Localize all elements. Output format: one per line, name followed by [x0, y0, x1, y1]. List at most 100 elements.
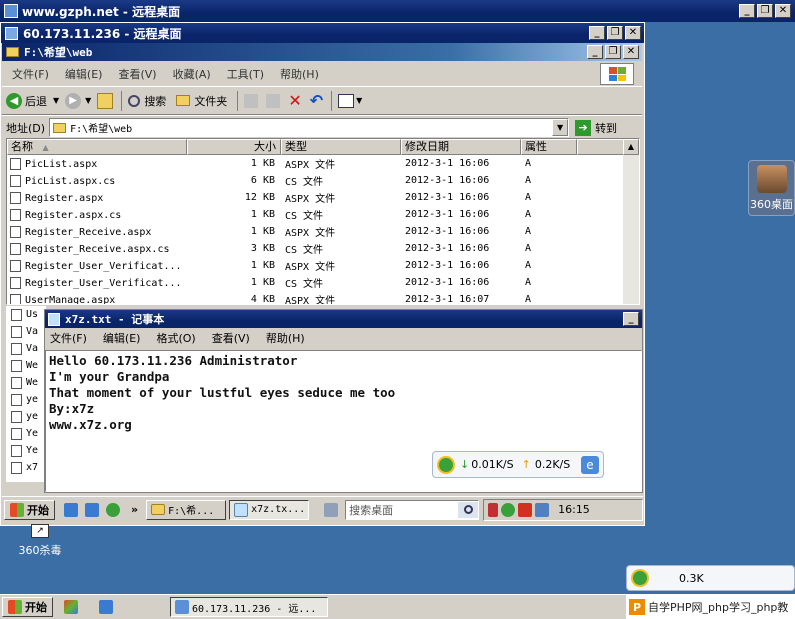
minimize-icon[interactable]: _ [587, 45, 603, 59]
file-row[interactable]: Register_User_Verificat... 1 KB ASPX 文件 201… [7, 257, 577, 274]
views-icon[interactable] [338, 93, 355, 108]
address-input[interactable]: F:\希望\web ▼ [49, 118, 570, 137]
360desk-icon [756, 165, 787, 193]
file-row[interactable]: Register.aspx 12 KB ASPX 文件 2012-3-1 16:06 A [7, 189, 577, 206]
up-folder-icon[interactable] [97, 92, 114, 109]
file-row[interactable]: ye [6, 391, 46, 408]
menu-edit[interactable]: 编辑(E) [65, 66, 103, 82]
file-row[interactable]: PicList.aspx 1 KB ASPX 文件 2012-3-1 16:06 A [7, 155, 577, 172]
restore-icon[interactable]: ❐ [757, 4, 773, 18]
ie-quicklaunch-icon[interactable] [64, 502, 78, 517]
minimize-icon[interactable]: _ [739, 4, 755, 18]
network-icon[interactable] [324, 502, 339, 517]
file-icon [11, 461, 22, 474]
file-row[interactable]: We [6, 374, 46, 391]
search-button[interactable]: 搜索 [128, 93, 166, 109]
file-row[interactable]: Register_User_Verificat... 1 KB CS 文件 2012-… [7, 274, 577, 291]
folder-icon [53, 122, 67, 133]
close-icon[interactable]: ✕ [775, 4, 791, 18]
remote-desktop [645, 22, 795, 594]
file-attr: A [525, 226, 532, 237]
explorer-titlebar[interactable]: F:\希望\web _ ❐ ✕ [2, 43, 642, 61]
outer-start-button[interactable]: 开始 [2, 597, 53, 617]
desktop-search-input[interactable]: 搜索桌面 [345, 499, 480, 520]
col-modified[interactable]: 修改日期 [401, 139, 521, 155]
volume-icon[interactable] [488, 502, 499, 517]
file-attr: A [525, 260, 532, 271]
menu-view[interactable]: 查看(V) [118, 66, 156, 82]
np-menu-view[interactable]: 查看(V) [212, 330, 250, 346]
file-row[interactable]: Register.aspx.cs 1 KB CS 文件 2012-3-1 16:06 A [7, 206, 577, 223]
outer-titlebar[interactable]: www.gzph.net - 远程桌面 _ ❐ ✕ [0, 0, 795, 22]
shield-icon[interactable] [518, 502, 533, 517]
task-rdp[interactable]: 60.173.11.236 - 远... [170, 597, 328, 617]
address-bar: 地址(D) F:\希望\web ▼ ➔ 转到 [2, 115, 642, 139]
file-row[interactable]: We [6, 357, 46, 374]
notepad-titlebar[interactable]: x7z.txt - 记事本 _ [45, 310, 642, 328]
file-attr: A [525, 192, 532, 203]
restore-icon[interactable]: ❐ [607, 26, 623, 40]
text-line: I'm your Grandpa [49, 369, 170, 384]
desktop-icon-360desk[interactable]: 360桌面 [748, 160, 795, 216]
file-attr: A [525, 175, 532, 186]
file-row[interactable]: Va [6, 323, 46, 340]
download-arrow-icon: ↓ [460, 458, 470, 471]
move-to-icon[interactable] [244, 93, 259, 108]
chevron-icon[interactable]: » [131, 503, 138, 516]
menu-file[interactable]: 文件(F) [12, 66, 49, 82]
col-type[interactable]: 类型 [281, 139, 401, 155]
desktop-icon-360av[interactable]: ↗ 360杀毒 [10, 524, 70, 560]
file-row[interactable]: Ye [6, 425, 46, 442]
vertical-scrollbar[interactable]: ▲ [623, 139, 639, 304]
file-type: ASPX 文件 [285, 160, 336, 171]
file-name: Va [26, 343, 39, 354]
undo-icon[interactable]: ↶ [310, 91, 323, 110]
minimize-icon[interactable]: _ [623, 312, 639, 326]
net-speed-widget[interactable]: ↓ 0.01K/S ↑ 0.2K/S e [432, 451, 604, 478]
folders-button[interactable]: 文件夹 [176, 93, 227, 109]
file-name: Ye [26, 445, 39, 456]
np-menu-help[interactable]: 帮助(H) [266, 330, 305, 346]
inner-start-button[interactable]: 开始 [4, 499, 55, 520]
task-notepad[interactable]: x7z.tx... [229, 499, 310, 520]
rdp-titlebar[interactable]: 60.173.11.236 - 远程桌面 _ ❐ ✕ [1, 23, 644, 43]
col-size[interactable]: 大小 [187, 139, 281, 155]
col-name[interactable]: 名称 ▲ [7, 139, 187, 155]
file-row[interactable]: Register_Receive.aspx 1 KB ASPX 文件 2012-3-1… [7, 223, 577, 240]
file-row[interactable]: Register_Receive.aspx.cs 3 KB CS 文件 2012-3-… [7, 240, 577, 257]
file-row[interactable]: Us [6, 306, 46, 323]
task-explorer[interactable]: F:\希... [146, 499, 227, 520]
360-tray-icon[interactable] [501, 502, 516, 517]
360-quicklaunch-icon[interactable] [106, 502, 120, 517]
search-icon[interactable] [458, 501, 479, 518]
dropdown-arrow-icon[interactable]: ▼ [552, 119, 569, 136]
network-tray-icon[interactable] [535, 502, 550, 517]
np-menu-format[interactable]: 格式(O) [156, 330, 195, 346]
file-row[interactable]: PicList.aspx.cs 6 KB CS 文件 2012-3-1 16:06 A [7, 172, 577, 189]
file-row[interactable]: ye [6, 408, 46, 425]
np-menu-edit[interactable]: 编辑(E) [103, 330, 141, 346]
col-attr[interactable]: 属性 [521, 139, 577, 155]
menu-tools[interactable]: 工具(T) [227, 66, 264, 82]
back-button[interactable]: ◀ 后退 ▼ [6, 92, 59, 109]
copy-to-icon[interactable] [266, 93, 281, 108]
forward-arrow-icon[interactable]: ▶ [65, 92, 82, 109]
file-row[interactable]: UserManage.aspx 4 KB ASPX 文件 2012-3-1 16:07… [7, 291, 577, 304]
file-row[interactable]: Va [6, 340, 46, 357]
delete-icon[interactable]: ✕ [288, 91, 301, 110]
restore-icon[interactable]: ❐ [605, 45, 621, 59]
menu-favorites[interactable]: 收藏(A) [173, 66, 211, 82]
close-icon[interactable]: ✕ [623, 45, 639, 59]
minimize-icon[interactable]: _ [589, 26, 605, 40]
ie-quicklaunch-icon[interactable] [99, 600, 113, 614]
close-icon[interactable]: ✕ [625, 26, 641, 40]
file-row[interactable]: Ye [6, 442, 46, 459]
desktop-quicklaunch-icon[interactable] [85, 502, 99, 517]
file-row[interactable]: x7 [6, 459, 46, 476]
notepad-icon [48, 312, 60, 326]
outer-net-widget[interactable]: 0.3K [626, 565, 795, 591]
menu-help[interactable]: 帮助(H) [280, 66, 319, 82]
color-quicklaunch-icon[interactable] [64, 600, 78, 614]
np-menu-file[interactable]: 文件(F) [50, 330, 87, 346]
go-button[interactable]: ➔ 转到 [575, 119, 617, 136]
